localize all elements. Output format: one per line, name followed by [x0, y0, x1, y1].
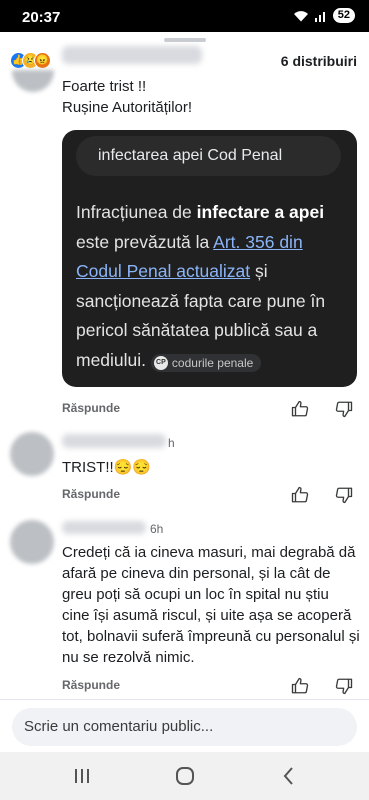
signal-icon — [314, 11, 325, 22]
battery-indicator: 52 — [332, 8, 355, 23]
recent-apps-icon[interactable] — [70, 764, 94, 788]
search-answer-text: Infracțiunea de infectare a apei este pr… — [76, 198, 346, 375]
comment-line: Rușine Autorităților! — [62, 99, 193, 116]
comment-text: TRIST!!😔😔 — [62, 459, 152, 476]
blurred-author-name — [62, 46, 202, 64]
back-icon[interactable] — [277, 764, 301, 788]
system-nav-bar — [0, 752, 369, 800]
comment-composer-bar: Scrie un comentariu public... — [0, 699, 369, 751]
comment-text: Credeți că ia cineva masuri, mai degrabă… — [62, 544, 360, 666]
comment-time: 6h — [150, 522, 164, 536]
avatar[interactable] — [10, 432, 54, 476]
reaction-icons[interactable]: 👍 😢 😠 — [10, 52, 51, 69]
thumbs-down-icon[interactable] — [335, 677, 353, 695]
thumbs-up-icon[interactable] — [291, 677, 309, 695]
status-bar: 20:37 52 — [0, 0, 369, 32]
reply-button[interactable]: Răspunde — [62, 678, 120, 692]
search-result-card[interactable]: infectarea apei Cod Penal Infracțiunea d… — [62, 130, 357, 387]
angry-reaction-icon: 😠 — [34, 52, 51, 69]
thumbs-up-icon[interactable] — [291, 400, 309, 418]
wifi-icon — [293, 10, 308, 21]
blurred-author-name — [62, 521, 146, 534]
reply-button[interactable]: Răspunde — [62, 487, 120, 501]
answer-bold-term: infectare a apei — [196, 202, 325, 222]
status-time: 20:37 — [22, 9, 61, 26]
thumbs-down-icon[interactable] — [335, 486, 353, 504]
blurred-author-name — [62, 434, 166, 448]
reply-button[interactable]: Răspunde — [62, 401, 120, 415]
avatar[interactable] — [10, 520, 54, 564]
thumbs-up-icon[interactable] — [291, 486, 309, 504]
source-logo-icon: CP — [153, 355, 168, 370]
avatar[interactable] — [12, 70, 54, 92]
status-icons: 52 — [293, 8, 355, 23]
search-query-pill[interactable]: infectarea apei Cod Penal — [76, 136, 341, 176]
comment-time: h — [168, 436, 175, 450]
drag-handle[interactable] — [164, 38, 206, 42]
comment-text: Foarte trist !! Rușine Autorităților! — [62, 76, 192, 118]
answer-text-part: este prevăzută la — [76, 231, 214, 252]
thumbs-down-icon[interactable] — [335, 400, 353, 418]
source-chip[interactable]: CP codurile penale — [150, 353, 262, 372]
comment-line: Foarte trist !! — [62, 78, 147, 95]
comment-input[interactable]: Scrie un comentariu public... — [12, 708, 357, 746]
answer-text-part: Infracțiunea de — [76, 202, 197, 222]
home-icon[interactable] — [173, 764, 197, 788]
source-label: codurile penale — [171, 355, 254, 370]
shares-count[interactable]: 6 distribuiri — [281, 53, 357, 69]
